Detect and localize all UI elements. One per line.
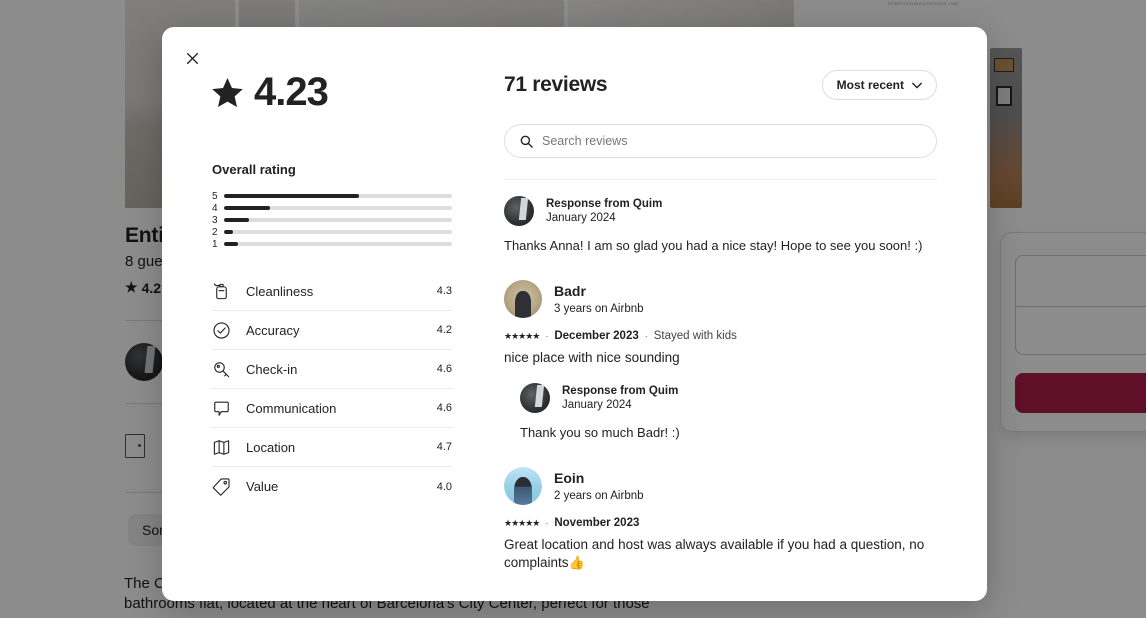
star-icon	[212, 77, 243, 107]
rating-bar-track	[224, 218, 452, 222]
avatar	[504, 196, 534, 226]
review-date: December 2023	[554, 330, 639, 342]
reviews-header: 71 reviews Most recent	[504, 70, 937, 100]
category-score: 4.6	[436, 363, 452, 375]
rating-bar-row: 3	[212, 214, 452, 226]
response-author: Response from Quim	[562, 385, 679, 397]
category-row-checkin: Check-in 4.6	[212, 350, 452, 389]
sort-dropdown[interactable]: Most recent	[821, 70, 937, 100]
sort-dropdown-label: Most recent	[836, 78, 904, 92]
rating-bar-star: 3	[212, 214, 218, 226]
category-score: 4.2	[436, 324, 452, 336]
category-label: Accuracy	[246, 322, 300, 338]
reviewer-header[interactable]: Eoin 2 years on Airbnb	[504, 467, 937, 505]
rating-bar-fill	[224, 242, 238, 246]
reviewer-name: Badr	[554, 282, 586, 299]
category-score: 4.0	[436, 480, 452, 493]
category-row-communication: Communication 4.6	[212, 389, 452, 428]
category-ratings-list: Cleanliness 4.3 Accuracy 4.2 Check-in 4.…	[212, 272, 452, 506]
review-text: Great location and host was always avail…	[504, 536, 937, 572]
rating-bar-row: 1	[212, 238, 452, 250]
tag-icon	[212, 477, 234, 496]
reviews-scroll-area[interactable]: Response from Quim January 2024 Thanks A…	[504, 179, 937, 579]
reviews-count-title: 71 reviews	[504, 73, 608, 96]
reviewer-name: Eoin	[554, 469, 585, 486]
ratings-panel: 4.23 Overall rating 5 4 3 2 1 Cleanlines…	[162, 27, 492, 601]
review-meta-line: ★★★★★ · November 2023	[504, 517, 937, 529]
review-text: nice place with nice sounding	[504, 350, 680, 365]
key-icon	[212, 360, 234, 379]
category-row-cleanliness: Cleanliness 4.3	[212, 272, 452, 311]
host-response: Response from Quim January 2024 Thank yo…	[520, 383, 937, 441]
avatar	[504, 280, 542, 318]
overall-rating-display: 4.23	[212, 70, 492, 115]
star-rating: ★★★★★	[504, 518, 540, 528]
review-item: Eoin 2 years on Airbnb ★★★★★ · November …	[504, 441, 937, 579]
speech-bubble-icon	[212, 399, 234, 418]
response-date: January 2024	[562, 399, 632, 411]
thumbs-up-icon: 👍	[568, 555, 585, 570]
category-label: Value	[246, 479, 279, 494]
rating-bar-fill	[224, 230, 234, 234]
avatar	[520, 383, 550, 413]
category-score: 4.7	[436, 441, 452, 453]
rating-bar-track	[224, 242, 452, 246]
reviews-panel: 71 reviews Most recent Search reviews Re…	[492, 27, 987, 601]
host-response: Response from Quim January 2024	[504, 196, 937, 226]
category-label: Communication	[246, 400, 337, 416]
avatar	[504, 467, 542, 505]
rating-bar-star: 2	[212, 226, 218, 238]
response-date: January 2024	[546, 212, 616, 224]
rating-bar-row: 5	[212, 190, 452, 202]
check-circle-icon	[212, 321, 234, 340]
response-author: Response from Quim	[546, 198, 663, 210]
search-reviews-box[interactable]	[504, 124, 937, 158]
star-rating: ★★★★★	[504, 331, 540, 341]
rating-bar-star: 1	[212, 238, 218, 250]
separator-dot: ·	[545, 331, 549, 341]
reviewer-header[interactable]: Badr 3 years on Airbnb	[504, 280, 937, 318]
rating-bar-track	[224, 230, 452, 234]
reviewer-tenure: 2 years on Airbnb	[554, 489, 644, 502]
reviewer-tenure: 3 years on Airbnb	[554, 302, 644, 315]
review-item: Response from Quim January 2024 Thanks A…	[504, 180, 937, 254]
category-label: Check-in	[246, 361, 298, 377]
spray-bottle-icon	[212, 282, 234, 301]
search-input[interactable]	[542, 134, 921, 148]
rating-bar-fill	[224, 218, 250, 222]
category-label: Location	[246, 439, 296, 455]
map-icon	[212, 438, 234, 457]
response-text: Thanks Anna! I am so glad you had a nice…	[504, 238, 923, 253]
review-text-body: Great location and host was always avail…	[504, 537, 925, 570]
rating-distribution: 5 4 3 2 1	[212, 190, 452, 250]
category-row-accuracy: Accuracy 4.2	[212, 311, 452, 350]
rating-bar-track	[224, 206, 452, 210]
review-meta-line: ★★★★★ · December 2023 · Stayed with kids	[504, 330, 937, 342]
rating-bar-star: 5	[212, 190, 218, 202]
category-row-value: Value 4.0	[212, 467, 452, 506]
rating-bar-track	[224, 194, 452, 198]
review-item: Badr 3 years on Airbnb ★★★★★ · December …	[504, 254, 937, 441]
close-icon[interactable]	[176, 42, 208, 74]
category-row-location: Location 4.7	[212, 428, 452, 467]
chevron-down-icon	[912, 82, 922, 88]
search-icon	[520, 135, 533, 148]
rating-bar-star: 4	[212, 202, 218, 214]
response-text: Thank you so much Badr! :)	[520, 425, 680, 440]
rating-bar-row: 4	[212, 202, 452, 214]
review-trip-type: Stayed with kids	[653, 330, 737, 342]
overall-rating-label: Overall rating	[212, 162, 296, 177]
category-score: 4.3	[436, 285, 452, 297]
rating-bar-row: 2	[212, 226, 452, 238]
review-date: November 2023	[554, 517, 640, 529]
rating-bar-fill	[224, 194, 359, 198]
category-score: 4.6	[436, 402, 452, 414]
reviews-modal: 4.23 Overall rating 5 4 3 2 1 Cleanlines…	[162, 27, 987, 601]
rating-bar-fill	[224, 206, 270, 210]
separator-dot: ·	[644, 331, 648, 341]
category-label: Cleanliness	[246, 283, 314, 299]
overall-rating-value: 4.23	[254, 70, 329, 114]
page-root: threefitilmakesyourroom.com Entir 8 gues…	[0, 0, 1146, 618]
separator-dot: ·	[545, 518, 549, 528]
